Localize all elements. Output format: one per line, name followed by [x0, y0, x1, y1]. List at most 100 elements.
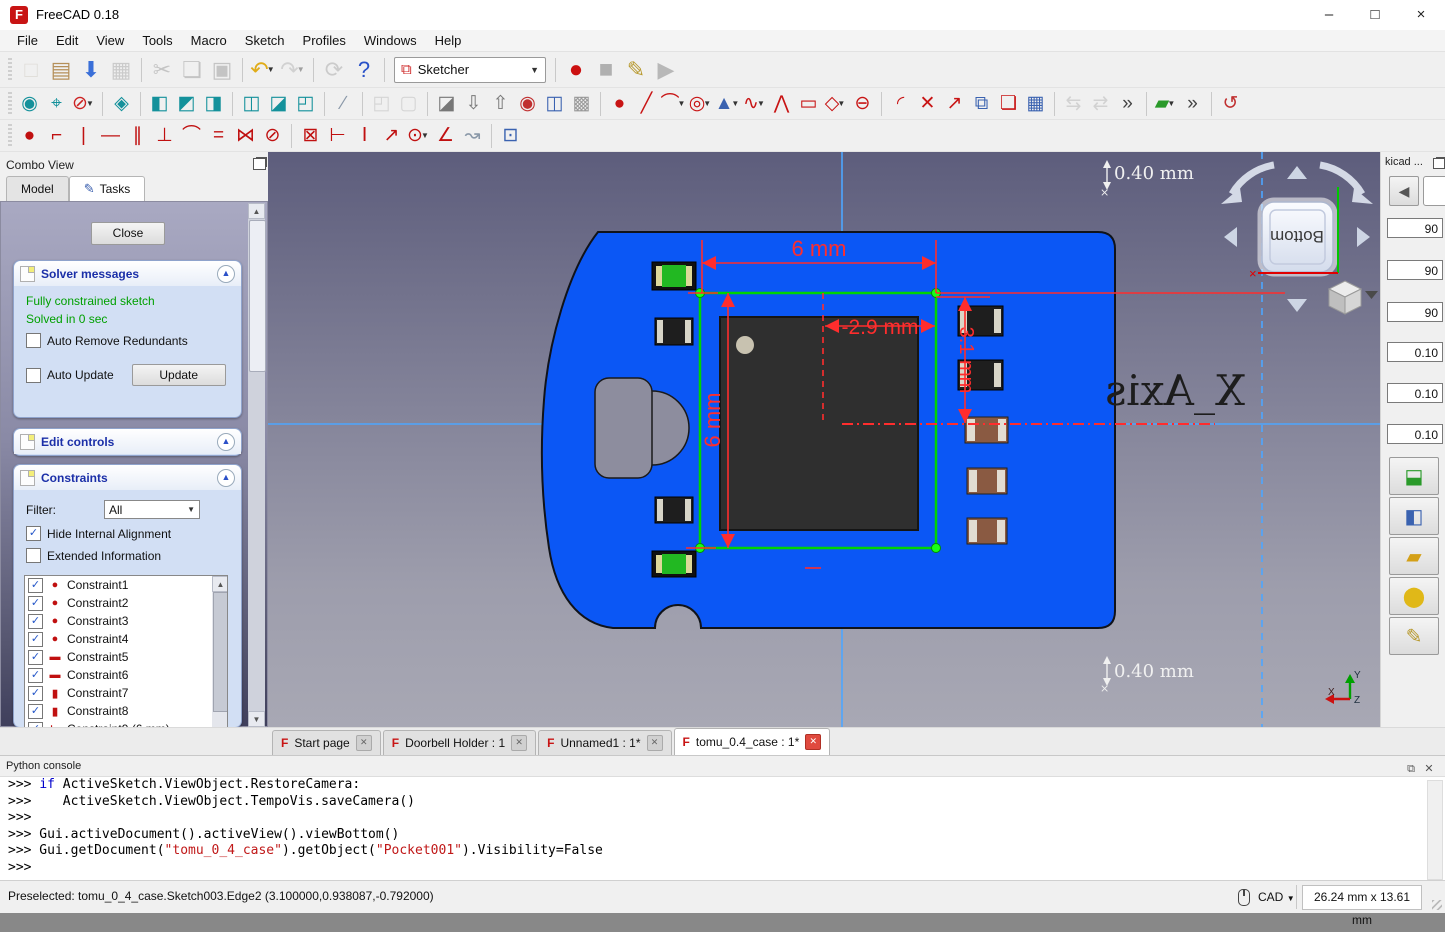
nav-down-arrow[interactable]	[1287, 299, 1307, 312]
measure-distance-button[interactable]: ∕	[330, 91, 357, 117]
clipping-plane-dropdown-icon[interactable]: ▼	[86, 99, 95, 108]
switch-virtual-space-button[interactable]: ↺	[1217, 91, 1244, 117]
constraint-checkbox[interactable]: ✓	[28, 668, 43, 683]
constrain-equal-button[interactable]: =	[205, 123, 232, 149]
solver-messages-header[interactable]: Solver messages ▲	[14, 261, 241, 286]
menu-edit[interactable]: Edit	[47, 31, 87, 50]
resistor-component[interactable]	[655, 497, 693, 523]
constraint-checkbox[interactable]: ✓	[28, 596, 43, 611]
constrain-distance-button[interactable]: ↗	[378, 123, 405, 149]
create-arc-button[interactable]: ⌒▼	[660, 91, 687, 117]
constrain-tangent-button[interactable]: ⌒	[178, 123, 205, 149]
macro-stop-button[interactable]: ■	[591, 55, 621, 85]
scroll-up-icon[interactable]: ▲	[248, 203, 265, 219]
create-arc-dropdown-icon[interactable]: ▼	[678, 99, 687, 108]
auto-update-checkbox[interactable]	[26, 368, 41, 383]
load-footprint-button[interactable]: ⬓	[1389, 457, 1439, 495]
menu-macro[interactable]: Macro	[182, 31, 236, 50]
scrollbar-thumb[interactable]	[249, 220, 266, 372]
view-front-button[interactable]: ◧	[146, 91, 173, 117]
float-panel-icon[interactable]	[1433, 158, 1445, 169]
new-file-button[interactable]: □	[16, 55, 46, 85]
resistor-component[interactable]	[655, 318, 693, 345]
create-rectangle-button[interactable]: ▭	[795, 91, 822, 117]
collapse-chevron-icon[interactable]: ▲	[217, 265, 235, 283]
document-tab-2[interactable]: FUnnamed1 : 1*✕	[538, 730, 671, 755]
undo-dropdown-icon[interactable]: ▼	[267, 65, 276, 74]
menu-help[interactable]: Help	[426, 31, 471, 50]
blank-page-button[interactable]	[1423, 176, 1445, 206]
view-top-button[interactable]: ◩	[173, 91, 200, 117]
nav-right-arrow[interactable]	[1357, 227, 1370, 247]
collapse-chevron-icon[interactable]: ▲	[217, 469, 235, 487]
constrain-distance-y-button[interactable]: Ⅰ	[351, 123, 378, 149]
menu-sketch[interactable]: Sketch	[236, 31, 294, 50]
toggle-driving-constraint-button[interactable]: ⊡	[497, 123, 524, 149]
collapse-chevron-icon[interactable]: ▲	[217, 433, 235, 451]
kicad-field-0[interactable]: 90	[1387, 218, 1443, 238]
close-button[interactable]: ×	[1404, 4, 1438, 26]
navigation-cluster[interactable]: Bottom ×	[1221, 165, 1378, 314]
create-circle-dropdown-icon[interactable]: ▼	[703, 99, 712, 108]
constraint-item[interactable]: ✓▬Constraint6	[25, 666, 227, 684]
constraint-item[interactable]: ✓●Constraint3	[25, 612, 227, 630]
cut-button[interactable]: ✂	[147, 55, 177, 85]
close-panel-icon[interactable]: ✕	[1421, 759, 1437, 774]
constraint-item[interactable]: ✓▮Constraint7	[25, 684, 227, 702]
extended-info-checkbox[interactable]	[26, 548, 41, 563]
constraint-checkbox[interactable]: ✓	[28, 578, 43, 593]
close-tab-icon[interactable]: ✕	[805, 734, 821, 750]
constrain-lock-button[interactable]: ⊠	[297, 123, 324, 149]
toolbar-handle[interactable]	[8, 58, 12, 82]
navcube-face-label[interactable]: Bottom	[1270, 227, 1324, 246]
led-component[interactable]	[652, 262, 696, 290]
constrain-vertical-button[interactable]: |	[70, 123, 97, 149]
toolbar-handle[interactable]	[8, 92, 12, 116]
create-polyline-button[interactable]: ⋀	[768, 91, 795, 117]
merge-sketches-button[interactable]: ⇆	[1060, 91, 1087, 117]
open-file-button[interactable]: ▤	[46, 55, 76, 85]
leave-sketch-button[interactable]: ⇩	[460, 91, 487, 117]
scroll-down-icon[interactable]: ▼	[248, 711, 265, 727]
create-polygon-button[interactable]: ◇▼	[822, 91, 849, 117]
view-right-button[interactable]: ◨	[200, 91, 227, 117]
viewport-canvas[interactable]: 6 mm 6 mm -2.9 mm 3.1 mm × 0.40 mm × 0.4…	[268, 152, 1380, 727]
refresh-button[interactable]: ⟳	[319, 55, 349, 85]
undo-button[interactable]: ↶▼	[248, 55, 278, 85]
float-panel-icon[interactable]	[253, 158, 266, 170]
capacitor-component[interactable]	[967, 518, 1007, 544]
constrain-angle-button[interactable]: ∠	[432, 123, 459, 149]
constrain-coincident-button[interactable]: ●	[16, 123, 43, 149]
edit-controls-header[interactable]: Edit controls ▲	[14, 429, 241, 454]
save-file-button[interactable]: ⬇	[76, 55, 106, 85]
constraint-checkbox[interactable]: ✓	[28, 632, 43, 647]
constraint-checkbox[interactable]: ✓	[28, 650, 43, 665]
nav-left-arrow[interactable]	[1224, 227, 1237, 247]
menu-windows[interactable]: Windows	[355, 31, 426, 50]
kicad-field-4[interactable]: 0.10	[1387, 383, 1443, 403]
edit-settings-button[interactable]: ✎	[1389, 617, 1439, 655]
view-sketch-button[interactable]: ⇧	[487, 91, 514, 117]
dim-offset-x-label[interactable]: -2.9 mm	[841, 316, 918, 339]
constraint-checkbox[interactable]: ✓	[28, 614, 43, 629]
kicad-field-3[interactable]: 0.10	[1387, 342, 1443, 362]
paste-button[interactable]: ▣	[207, 55, 237, 85]
trim-edge-button[interactable]: ✕	[914, 91, 941, 117]
extend-edge-button[interactable]: ↗	[941, 91, 968, 117]
export-database-button[interactable]: ⬤	[1389, 577, 1439, 615]
create-circle-button[interactable]: ◎▼	[687, 91, 714, 117]
toolbar-handle[interactable]	[8, 124, 12, 148]
close-tab-icon[interactable]: ✕	[647, 735, 663, 751]
validate-sketch-button[interactable]: ▩	[568, 91, 595, 117]
led-component[interactable]	[652, 551, 696, 577]
constrain-horizontal-button[interactable]: ―	[97, 123, 124, 149]
menu-file[interactable]: File	[8, 31, 47, 50]
export-board-button[interactable]: ▰	[1389, 537, 1439, 575]
reorient-sketch-button[interactable]: ◫	[541, 91, 568, 117]
macro-edit-button[interactable]: ✎	[621, 55, 651, 85]
carbon-copy-button[interactable]: ❏	[995, 91, 1022, 117]
map-sketch-button[interactable]: ◉	[514, 91, 541, 117]
mirror-sketch-button[interactable]: ⇄	[1087, 91, 1114, 117]
constrain-symmetric-button[interactable]: ⋈	[232, 123, 259, 149]
scrollbar-thumb[interactable]	[213, 592, 228, 712]
